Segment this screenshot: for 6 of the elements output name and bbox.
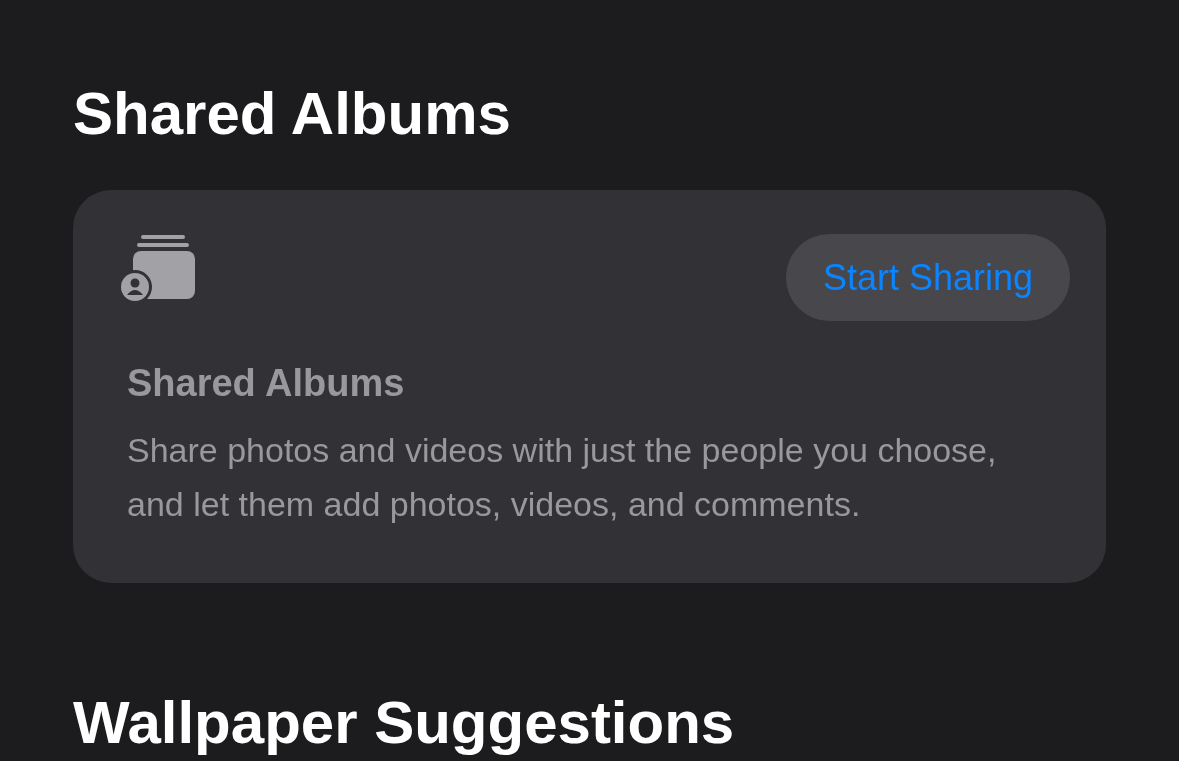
section-title: Shared Albums <box>73 79 512 149</box>
card-description: Share photos and videos with just the people you choose, and let them add photos, videos, and comments. <box>127 430 998 525</box>
start-sharing-button[interactable]: Start Sharing <box>785 234 1070 321</box>
section-title: Wallpaper Suggestions <box>73 688 736 758</box>
shared-albums-icon <box>119 234 197 302</box>
card-title: Shared Albums <box>127 361 406 406</box>
